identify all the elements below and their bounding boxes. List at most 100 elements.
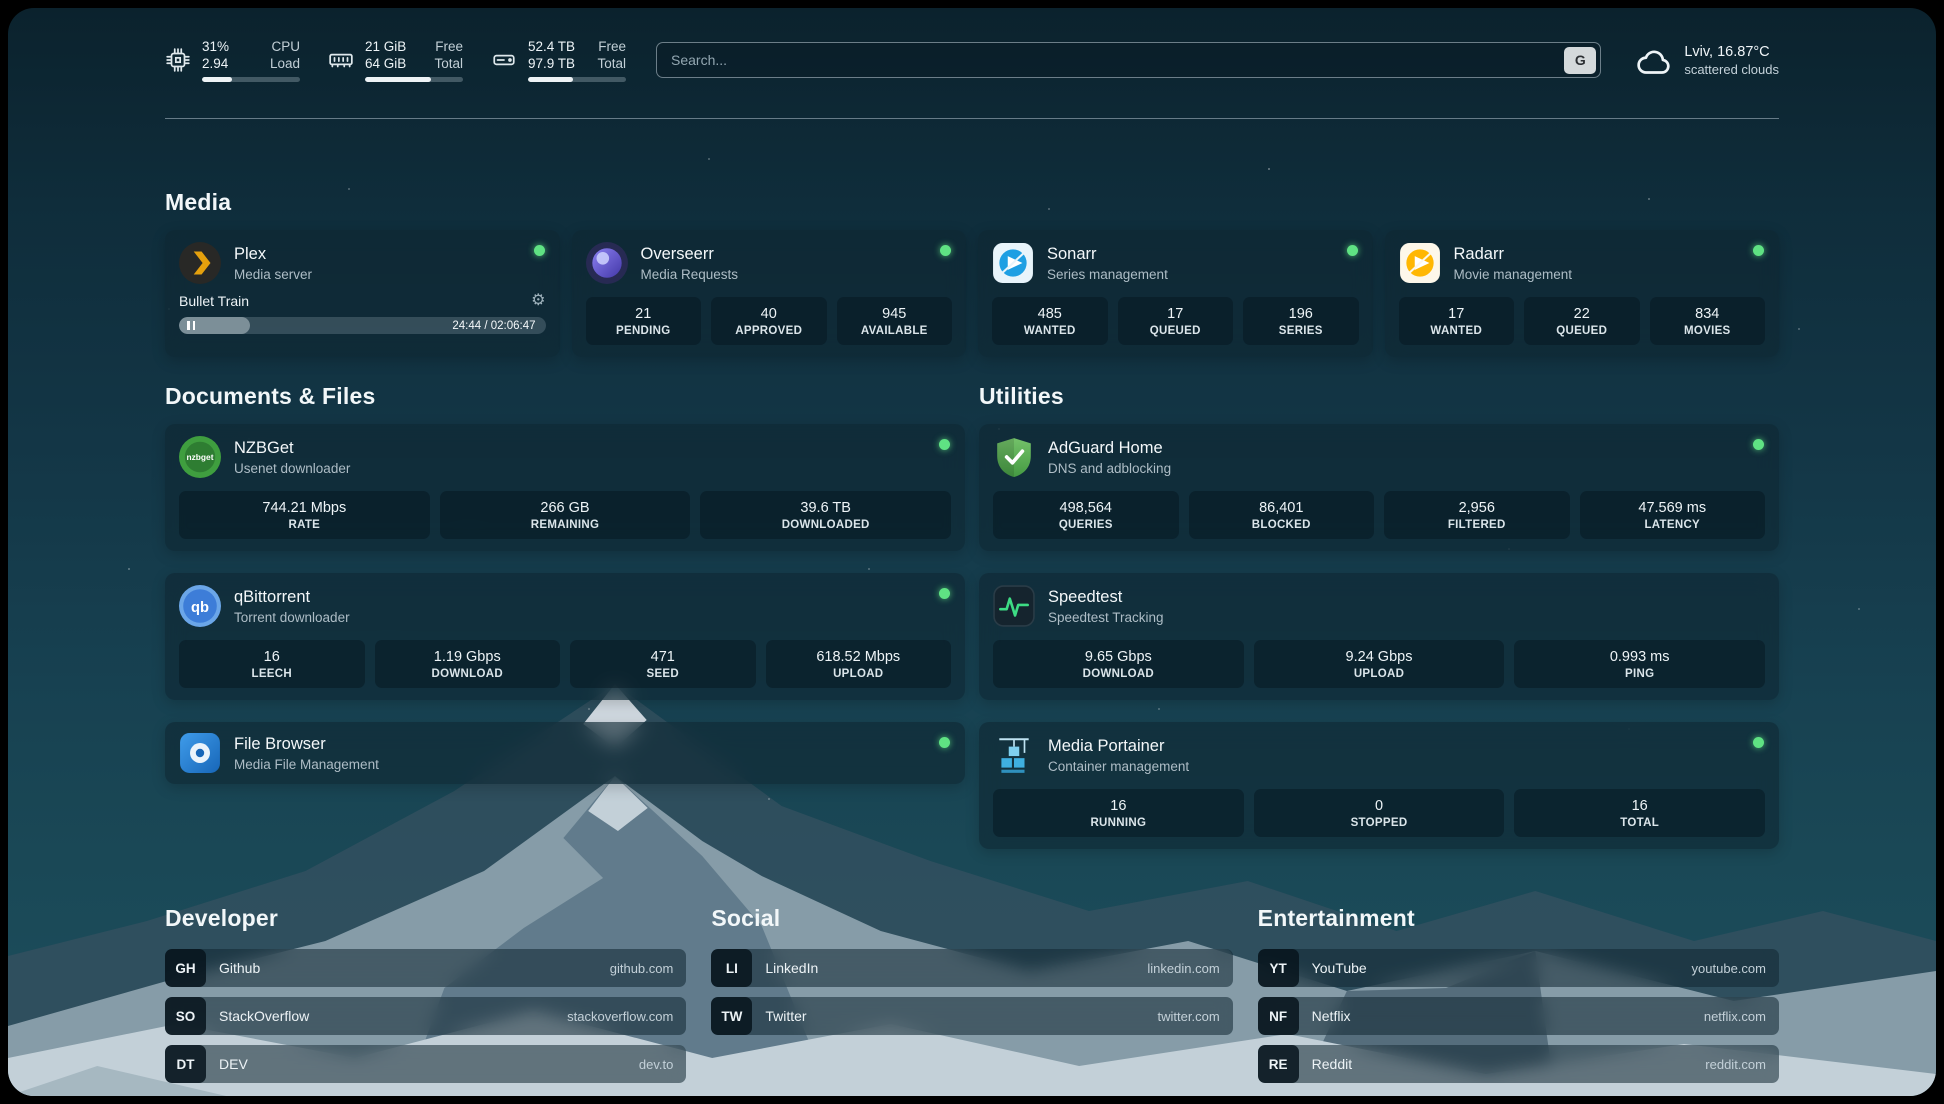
bookmark-url: youtube.com — [1692, 961, 1766, 976]
bookmark-abbr: YT — [1258, 949, 1299, 987]
bookmark-linkedin[interactable]: LI LinkedIn linkedin.com — [711, 949, 1232, 987]
service-description: Container management — [1048, 759, 1189, 774]
bookmark-netflix[interactable]: NF Netflix netflix.com — [1258, 997, 1779, 1035]
header-divider — [165, 118, 1779, 119]
section-title-entertainment: Entertainment — [1258, 905, 1779, 932]
pause-icon[interactable] — [187, 321, 195, 330]
service-card-radarr[interactable]: Radarr Movie management 17WANTED 22QUEUE… — [1385, 230, 1780, 357]
cpu-usage-value: 31% — [202, 38, 229, 55]
service-card-plex[interactable]: Plex Media server Bullet Train ⚙ 24:44 /… — [165, 230, 560, 357]
stat-blocked: 86,401BLOCKED — [1189, 491, 1375, 539]
playback-progress-bar[interactable]: 24:44 / 02:06:47 — [179, 317, 546, 334]
section-title-social: Social — [711, 905, 1232, 932]
cpu-usage-label: CPU — [271, 38, 300, 55]
speedtest-icon — [993, 585, 1035, 627]
cpu-stat-widget: 31%CPU 2.94Load — [165, 38, 300, 82]
service-description: Series management — [1047, 267, 1168, 282]
bookmark-github[interactable]: GH Github github.com — [165, 949, 686, 987]
bookmark-dev[interactable]: DT DEV dev.to — [165, 1045, 686, 1083]
service-description: DNS and adblocking — [1048, 461, 1171, 476]
service-description: Speedtest Tracking — [1048, 610, 1164, 625]
bookmark-name: Netflix — [1312, 1008, 1351, 1024]
bookmark-url: stackoverflow.com — [567, 1009, 673, 1024]
utilities-column: Utilities AdGuard H — [979, 383, 1779, 849]
service-name: qBittorrent — [234, 588, 350, 607]
service-card-sonarr[interactable]: Sonarr Series management 485WANTED 17QUE… — [978, 230, 1373, 357]
stat-download: 9.65 GbpsDOWNLOAD — [993, 640, 1244, 688]
search-bar[interactable]: G — [656, 42, 1601, 78]
service-card-overseerr[interactable]: Overseerr Media Requests 21PENDING 40APP… — [572, 230, 967, 357]
bookmark-abbr: DT — [165, 1045, 206, 1083]
service-name: Plex — [234, 245, 312, 264]
media-card-grid: Plex Media server Bullet Train ⚙ 24:44 /… — [165, 230, 1779, 357]
ram-icon — [328, 47, 354, 73]
cpu-progress-bar — [202, 77, 300, 82]
weather-location: Lviv, 16.87°C — [1684, 44, 1779, 60]
disk-progress-bar — [528, 77, 626, 82]
stat-running: 16RUNNING — [993, 789, 1244, 837]
bookmark-reddit[interactable]: RE Reddit reddit.com — [1258, 1045, 1779, 1083]
cpu-load-value: 2.94 — [202, 55, 228, 72]
stat-queries: 498,564QUERIES — [993, 491, 1179, 539]
status-dot — [939, 439, 950, 450]
status-dot — [1753, 245, 1764, 256]
bookmark-group-entertainment: Entertainment YT YouTube youtube.com NF … — [1258, 905, 1779, 1093]
now-playing-title: Bullet Train — [179, 293, 249, 309]
service-card-adguard[interactable]: AdGuard Home DNS and adblocking 498,564Q… — [979, 424, 1779, 551]
service-description: Media server — [234, 267, 312, 282]
status-dot — [1753, 737, 1764, 748]
bookmark-twitter[interactable]: TW Twitter twitter.com — [711, 997, 1232, 1035]
service-name: File Browser — [234, 735, 379, 754]
ram-free-label: Free — [435, 38, 463, 55]
service-card-filebrowser[interactable]: File Browser Media File Management — [165, 722, 965, 784]
ram-progress-bar — [365, 77, 463, 82]
service-card-qbittorrent[interactable]: qb qBittorrent Torrent downloader 16LEEC… — [165, 573, 965, 700]
svg-text:qb: qb — [191, 600, 209, 616]
bookmark-name: LinkedIn — [765, 960, 818, 976]
bookmark-stackoverflow[interactable]: SO StackOverflow stackoverflow.com — [165, 997, 686, 1035]
status-dot — [939, 588, 950, 599]
cpu-icon — [165, 47, 191, 73]
documents-column: Documents & Files nzbget NZBGet Usenet d — [165, 383, 965, 849]
service-card-speedtest[interactable]: Speedtest Speedtest Tracking 9.65 GbpsDO… — [979, 573, 1779, 700]
service-description: Usenet downloader — [234, 461, 350, 476]
stat-series: 196SERIES — [1243, 297, 1359, 345]
settings-gear-icon[interactable]: ⚙ — [531, 293, 545, 309]
stat-wanted: 485WANTED — [992, 297, 1108, 345]
bookmark-url: linkedin.com — [1147, 961, 1219, 976]
bookmark-abbr: RE — [1258, 1045, 1299, 1083]
bookmark-url: twitter.com — [1158, 1009, 1220, 1024]
search-provider-button[interactable]: G — [1564, 47, 1596, 74]
service-name: Sonarr — [1047, 245, 1168, 264]
stat-download: 1.19 GbpsDOWNLOAD — [375, 640, 561, 688]
qbittorrent-icon: qb — [179, 585, 221, 627]
section-title-documents: Documents & Files — [165, 383, 965, 410]
stat-available: 945AVAILABLE — [837, 297, 953, 345]
stat-queued: 17QUEUED — [1118, 297, 1234, 345]
stat-pending: 21PENDING — [586, 297, 702, 345]
service-description: Movie management — [1454, 267, 1573, 282]
bookmark-youtube[interactable]: YT YouTube youtube.com — [1258, 949, 1779, 987]
disk-free-label: Free — [598, 38, 626, 55]
weather-widget: Lviv, 16.87°C scattered clouds — [1635, 44, 1779, 77]
top-bar: 31%CPU 2.94Load 21 GiBFree 64 Gi — [165, 8, 1779, 82]
ram-free-value: 21 GiB — [365, 38, 406, 55]
plex-icon — [179, 242, 221, 284]
bookmark-abbr: LI — [711, 949, 752, 987]
bookmark-name: Twitter — [765, 1008, 806, 1024]
service-card-portainer[interactable]: Media Portainer Container management 16R… — [979, 722, 1779, 849]
section-title-developer: Developer — [165, 905, 686, 932]
bookmark-url: github.com — [610, 961, 674, 976]
system-stats: 31%CPU 2.94Load 21 GiBFree 64 Gi — [165, 38, 626, 82]
service-card-nzbget[interactable]: nzbget NZBGet Usenet downloader 744.21 M… — [165, 424, 965, 551]
stat-ping: 0.993 msPING — [1514, 640, 1765, 688]
bookmark-name: Github — [219, 960, 260, 976]
radarr-icon — [1399, 242, 1441, 284]
stat-leech: 16LEECH — [179, 640, 365, 688]
bookmark-url: dev.to — [639, 1057, 673, 1072]
stat-seed: 471SEED — [570, 640, 756, 688]
bookmark-name: StackOverflow — [219, 1008, 309, 1024]
search-input[interactable] — [661, 52, 1564, 68]
stat-upload: 9.24 GbpsUPLOAD — [1254, 640, 1505, 688]
dashboard-window: 31%CPU 2.94Load 21 GiBFree 64 Gi — [8, 8, 1936, 1096]
